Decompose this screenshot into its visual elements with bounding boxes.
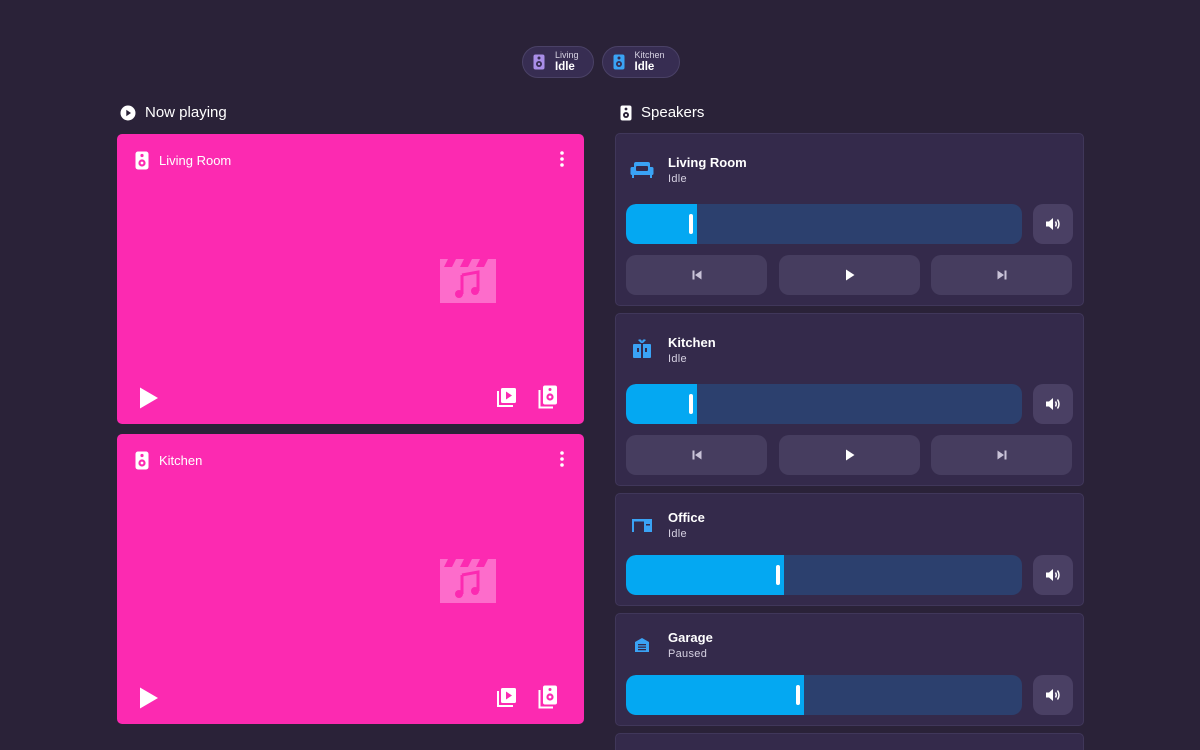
speaker-state: Paused (668, 648, 708, 660)
speaker-state: Idle (668, 528, 687, 540)
next-track-button[interactable] (931, 435, 1072, 475)
skip-next-icon (997, 270, 1007, 280)
speakers-heading: Speakers (620, 104, 704, 121)
garage-icon (630, 636, 654, 654)
speaker-group-icon[interactable] (538, 685, 558, 709)
speaker-state: Idle (668, 353, 687, 365)
chip-state: Idle (555, 60, 575, 73)
volume-slider[interactable] (626, 384, 1022, 424)
play-icon[interactable] (139, 387, 159, 409)
now-playing-heading: Now playing (120, 104, 227, 121)
speaker-card-kitchen: Kitchen Idle (615, 313, 1084, 486)
speaker-icon (620, 105, 632, 121)
speaker-icon (613, 54, 625, 70)
volume-handle[interactable] (689, 214, 693, 234)
media-placeholder-icon (438, 555, 498, 603)
volume-handle[interactable] (689, 394, 693, 414)
desk-icon (630, 517, 654, 533)
card-title: Kitchen (159, 453, 203, 468)
chip-living[interactable]: Living Idle (522, 46, 594, 78)
skip-previous-icon (692, 450, 702, 460)
speaker-name: Living Room (668, 155, 747, 170)
play-icon (845, 449, 855, 461)
speaker-group-icon[interactable] (538, 385, 558, 409)
volume-button[interactable] (1033, 384, 1073, 424)
speaker-card-office: Office Idle (615, 493, 1084, 606)
speaker-name: Kitchen (668, 335, 716, 350)
volume-icon (1045, 397, 1061, 411)
skip-previous-icon (692, 270, 702, 280)
play-circle-icon (120, 105, 136, 121)
media-placeholder-icon (438, 255, 498, 303)
volume-fill (626, 675, 804, 715)
volume-slider[interactable] (626, 675, 1022, 715)
volume-icon (1045, 688, 1061, 702)
chip-name: Living (555, 49, 579, 60)
speaker-card-garage: Garage Paused (615, 613, 1084, 726)
chip-state: Idle (634, 60, 655, 73)
play-icon (845, 269, 855, 281)
volume-button[interactable] (1033, 555, 1073, 595)
fridge-icon (630, 339, 654, 359)
chip-name: Kitchen (634, 49, 665, 60)
browse-media-icon[interactable] (497, 387, 517, 407)
play-button[interactable] (779, 435, 920, 475)
skip-next-icon (997, 450, 1007, 460)
browse-media-icon[interactable] (497, 687, 517, 707)
volume-fill (626, 555, 784, 595)
speaker-name: Office (668, 510, 705, 525)
more-vertical-icon[interactable] (560, 151, 564, 167)
now-playing-card-living-room[interactable]: Living Room (117, 134, 584, 424)
speaker-name: Garage (668, 630, 713, 645)
speaker-icon (135, 451, 149, 470)
volume-handle[interactable] (776, 565, 780, 585)
previous-track-button[interactable] (626, 255, 767, 295)
speaker-chips: Living Idle Kitchen Idle (522, 46, 680, 78)
speaker-icon (135, 151, 149, 170)
section-title: Now playing (145, 104, 227, 121)
volume-icon (1045, 217, 1061, 231)
more-vertical-icon[interactable] (560, 451, 564, 467)
section-title: Speakers (641, 104, 705, 121)
speaker-card-living-room: Living Room Idle (615, 133, 1084, 306)
volume-handle[interactable] (796, 685, 800, 705)
speaker-state: Idle (668, 173, 687, 185)
play-icon[interactable] (139, 687, 159, 709)
volume-fill (626, 204, 697, 244)
sofa-icon (630, 161, 654, 179)
volume-icon (1045, 568, 1061, 582)
speaker-card-partial (615, 733, 1084, 750)
volume-slider[interactable] (626, 555, 1022, 595)
volume-button[interactable] (1033, 675, 1073, 715)
speaker-icon (533, 54, 545, 70)
volume-slider[interactable] (626, 204, 1022, 244)
chip-kitchen[interactable]: Kitchen Idle (601, 46, 680, 78)
card-title: Living Room (159, 153, 232, 168)
card-header: Living Room (135, 151, 231, 170)
previous-track-button[interactable] (626, 435, 767, 475)
now-playing-card-kitchen[interactable]: Kitchen (117, 434, 584, 724)
next-track-button[interactable] (931, 255, 1072, 295)
volume-fill (626, 384, 697, 424)
play-button[interactable] (779, 255, 920, 295)
card-header: Kitchen (135, 451, 202, 470)
volume-button[interactable] (1033, 204, 1073, 244)
